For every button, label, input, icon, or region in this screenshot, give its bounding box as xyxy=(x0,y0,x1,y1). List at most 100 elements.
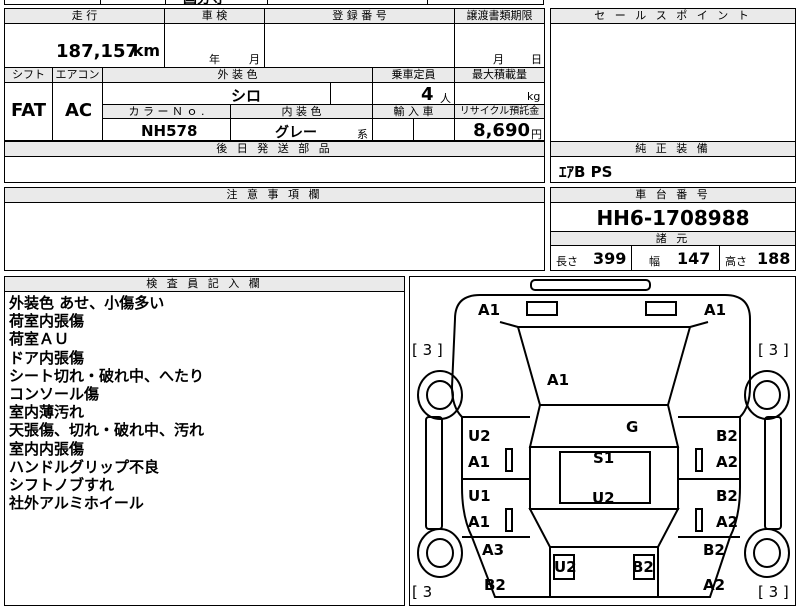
remark-line: ハンドルグリップ不良 xyxy=(9,457,160,476)
inspector-box: 検 査 員 記 入 欄 外装色 あせ、小傷多い 荷室内張傷 荷室ＡＵ ドア内張傷… xyxy=(4,276,405,606)
notes-box: 注 意 事 項 欄 xyxy=(4,187,545,271)
specs-label: 諸 元 xyxy=(551,231,795,246)
code-front-left: A1 xyxy=(478,301,501,319)
length-value: 399 xyxy=(593,249,627,268)
mileage-unit: km xyxy=(132,41,160,60)
code-rl-door-bottom: A1 xyxy=(468,513,491,531)
later-parts-box: 後 日 発 送 部 品 xyxy=(4,141,545,183)
exterior-color-label: 外 装 色 xyxy=(103,68,373,83)
remark-line: シート切れ・破れ中、へたり xyxy=(9,366,205,385)
sill-right xyxy=(764,416,782,530)
remark-line: 外装色 あせ、小傷多い xyxy=(9,294,165,312)
import-label: 輸 入 車 xyxy=(373,105,455,119)
inspector-label: 検 査 員 記 入 欄 xyxy=(5,277,404,292)
code-fr-door-bottom: A2 xyxy=(716,453,739,471)
inspection-month-unit: 月 xyxy=(249,53,260,66)
height-value: 188 xyxy=(757,249,791,268)
code-rr-door-bottom: A2 xyxy=(716,513,739,531)
code-rear-right-fender: B2 xyxy=(703,541,725,559)
height-label: 高さ xyxy=(725,255,747,268)
front-grille xyxy=(530,279,651,291)
mileage-label: 走 行 xyxy=(5,9,165,24)
wheel-rear-right xyxy=(744,528,790,578)
genuine-equipment-value: ｴｱB PS xyxy=(559,163,613,181)
code-roof-front: S1 xyxy=(593,449,615,467)
width-label: 幅 xyxy=(649,255,660,268)
recycle-value: 8,690 xyxy=(473,120,530,141)
code-fr-door-top: B2 xyxy=(716,427,738,445)
aircon-value: AC xyxy=(65,100,93,121)
sales-point-box: セ ー ル ス ポ イ ン ト xyxy=(550,8,796,142)
tread-bottom-left: [ 3 xyxy=(412,583,433,601)
registration-label: 登 録 番 号 xyxy=(265,9,455,24)
inspection-label: 車 検 xyxy=(165,9,265,24)
later-parts-label: 後 日 発 送 部 品 xyxy=(5,142,544,157)
wheel-rear-left xyxy=(417,528,463,578)
code-rear-gate-left: U2 xyxy=(554,558,577,576)
interior-color-label: 内 装 色 xyxy=(231,105,373,119)
transfer-deadline-label: 譲渡書類期限 xyxy=(455,9,544,24)
rear-window-outline xyxy=(528,508,680,548)
remark-line: 室内薄汚れ xyxy=(9,403,85,422)
headlight-right xyxy=(645,301,677,316)
code-front-right: A1 xyxy=(704,301,727,319)
tread-bottom-right: [ 3 ] xyxy=(758,583,789,601)
hood-outline xyxy=(516,326,692,406)
interior-color-value: グレー xyxy=(275,125,317,141)
headlight-left xyxy=(526,301,558,316)
mileage-value: 187,157 xyxy=(56,41,138,62)
recycle-label: リサイクル預託金 xyxy=(455,105,544,119)
max-load-label: 最大積載量 xyxy=(455,68,544,83)
code-fl-door-top: U2 xyxy=(468,427,491,445)
code-hood: A1 xyxy=(547,371,570,389)
notes-label: 注 意 事 項 欄 xyxy=(5,188,544,203)
import-box-1 xyxy=(373,119,414,141)
chassis-box: 車 台 番 号 HH6-1708988 諸 元 長さ 399 幅 147 高さ … xyxy=(550,187,796,271)
recycle-unit: 円 xyxy=(531,128,542,141)
windshield-outline xyxy=(528,404,680,448)
handle-right-front xyxy=(695,448,703,472)
chassis-value: HH6-1708988 xyxy=(596,206,750,230)
remark-line: 荷室内張傷 xyxy=(9,312,85,331)
capacity-label: 乗車定員 xyxy=(373,68,455,83)
remark-line: 天張傷、切れ・破れ中、汚れ xyxy=(9,421,205,440)
remark-line: ドア内張傷 xyxy=(9,348,85,367)
width-value: 147 xyxy=(677,249,711,268)
wheel-front-right xyxy=(744,370,790,420)
code-rl-door-top: U1 xyxy=(468,487,491,505)
sill-left xyxy=(425,416,443,530)
remark-line: 荷室ＡＵ xyxy=(9,330,70,349)
tread-top-right: [ 3 ] xyxy=(758,341,789,359)
color-no-label: カ ラ ー Ｎ ｏ . xyxy=(103,105,231,119)
top-strip-text: 国分寺 xyxy=(183,0,225,8)
handle-left-rear xyxy=(505,508,513,532)
genuine-equipment-label: 純 正 装 備 xyxy=(551,142,795,157)
code-windshield: G xyxy=(626,418,639,436)
registration-value xyxy=(265,24,455,68)
wheel-front-left xyxy=(417,370,463,420)
code-rear-left-corner: B2 xyxy=(484,576,506,594)
shift-label: シフト xyxy=(5,68,53,83)
genuine-equipment-box: 純 正 装 備 ｴｱB PS xyxy=(550,141,796,183)
shift-value: FAT xyxy=(11,100,47,121)
code-roof-rear: U2 xyxy=(592,489,615,507)
damage-diagram-box: [ 3 ] [ 3 ] [ 3 [ 3 ] A1 A1 A1 G U2 A1 B… xyxy=(409,276,796,606)
inspection-year-unit: 年 xyxy=(209,53,220,66)
remark-line: 室内内張傷 xyxy=(9,439,85,458)
code-rear-left-fender: A3 xyxy=(482,541,505,559)
code-rr-door-top: B2 xyxy=(716,487,738,505)
remark-line: シフトノブすれ xyxy=(9,476,115,495)
remark-line: コンソール傷 xyxy=(9,385,100,404)
chassis-label: 車 台 番 号 xyxy=(551,188,795,203)
length-label: 長さ xyxy=(556,255,578,268)
inspector-remarks: 外装色 あせ、小傷多い 荷室内張傷 荷室ＡＵ ドア内張傷 シート切れ・破れ中、へ… xyxy=(9,294,204,512)
color-no-value: NH578 xyxy=(141,122,198,140)
code-rear-right-corner: A2 xyxy=(703,576,726,594)
exterior-color-value: シロ xyxy=(231,87,262,105)
tread-top-left: [ 3 ] xyxy=(412,341,443,359)
aircon-label: エアコン xyxy=(53,68,103,83)
transfer-day-unit: 日 xyxy=(531,53,542,66)
code-rear-gate-right: B2 xyxy=(632,558,654,576)
handle-left-front xyxy=(505,448,513,472)
capacity-unit: 人 xyxy=(440,92,451,105)
